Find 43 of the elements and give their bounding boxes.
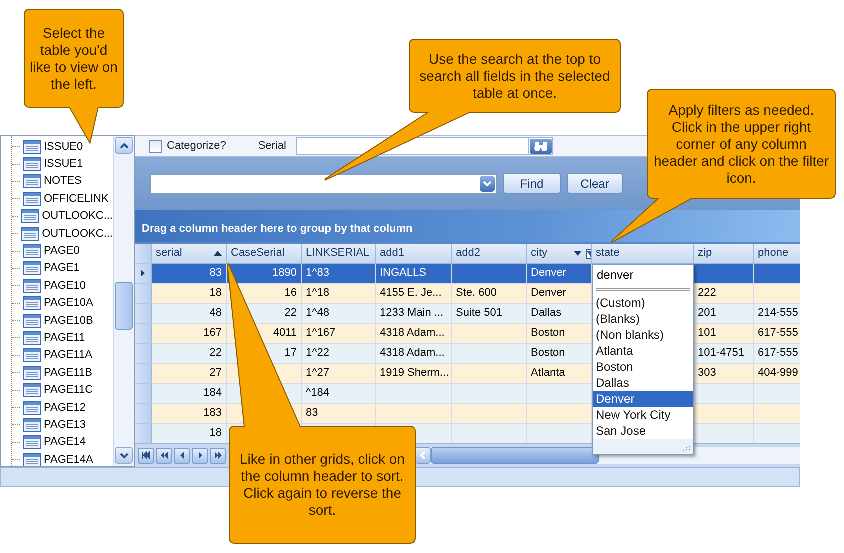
checkbox-label: Categorize? (167, 140, 226, 152)
callout-text: Like in other grids, click on the column header to sort. Click again to reverse the sort. (239, 451, 406, 519)
tree-item[interactable]: PAGE11A (23, 348, 93, 362)
tree-item[interactable]: ISSUE1 (23, 157, 84, 172)
column-header[interactable]: add2 (452, 244, 527, 264)
column-header[interactable]: city (527, 244, 592, 264)
tree-item[interactable]: PAGE14 (23, 435, 86, 450)
find-button[interactable]: Find (503, 173, 561, 194)
tree-item[interactable]: PAGE11C (23, 383, 94, 398)
field-label: Serial (258, 140, 286, 152)
tree-item[interactable]: OFFICELINK (23, 192, 109, 206)
column-header[interactable]: add1 (376, 244, 452, 264)
filter-option[interactable]: (Non blanks) (593, 326, 693, 343)
tree-item[interactable]: PAGE13 (23, 418, 86, 432)
tree-item[interactable]: PAGE10 (23, 278, 86, 293)
tree-item[interactable]: PAGE11B (23, 366, 93, 380)
tree-item[interactable]: PAGE10A (23, 296, 94, 310)
group-hint: Drag a column header here to group by that column (142, 223, 413, 235)
tree-item[interactable]: OUTLOOKC... (21, 209, 113, 224)
column-header[interactable]: state (592, 244, 694, 264)
tree-item[interactable]: PAGE12 (23, 400, 86, 415)
column-header[interactable]: LINKSERIAL (302, 244, 376, 264)
callout-text: Select the table you'd like to view on the left. (30, 24, 118, 92)
callout-text: Use the search at the top to search all fields in the selected table at once. (418, 50, 612, 102)
filter-option[interactable]: Denver (593, 390, 693, 407)
tree-item[interactable]: NOTES (23, 174, 82, 188)
column-header[interactable]: zip (694, 244, 754, 264)
tree-item[interactable]: OUTLOOKC... (21, 226, 113, 241)
callout-text: Apply filters as needed. Click in the upper right corner of any column header and click on the filter icon. (653, 102, 830, 186)
clear-button[interactable]: Clear (567, 173, 623, 194)
column-header[interactable]: serial (152, 244, 227, 264)
filter-option[interactable]: New York City (593, 406, 693, 423)
tree-item[interactable]: PAGE1 (23, 261, 80, 276)
tree-item[interactable]: PAGE14A (23, 452, 94, 466)
filter-option[interactable]: (Blanks) (593, 310, 693, 327)
tree-item[interactable]: PAGE0 (23, 244, 80, 258)
column-header[interactable]: phone (754, 244, 800, 264)
column-header[interactable]: CaseSerial (227, 244, 302, 264)
tree-item[interactable]: ISSUE0 (23, 140, 84, 154)
tree-item[interactable]: PAGE10B (23, 314, 94, 328)
filter-option[interactable]: Atlanta (593, 342, 693, 359)
filter-option[interactable]: San Jose (593, 422, 693, 439)
tree-item[interactable]: PAGE11 (23, 330, 86, 345)
